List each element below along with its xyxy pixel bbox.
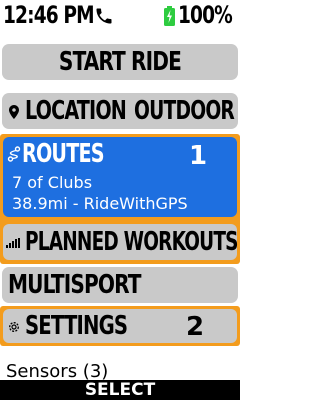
route-name: 7 of Clubs [12, 173, 93, 192]
route-details: 38.9mi - RideWithGPS [12, 194, 188, 213]
settings-badge: 2 [186, 312, 205, 342]
settings-item[interactable]: SETTINGS 2 [3, 309, 237, 343]
settings-label: SETTINGS [25, 311, 128, 341]
start-ride-button[interactable]: START RIDE [2, 44, 238, 80]
route-icon [7, 146, 21, 162]
phone-icon [96, 8, 112, 24]
location-value: OUTDOOR [133, 96, 235, 126]
planned-workouts-item[interactable]: PLANNED WORKOUTS [3, 224, 238, 260]
routes-label: ROUTES [22, 139, 105, 169]
battery-percent: 100% [178, 1, 233, 29]
gear-icon [9, 322, 19, 332]
routes-item[interactable]: ROUTES 1 7 of Clubs 38.9mi - RideWithGPS [3, 137, 237, 217]
location-label: LOCATION [25, 96, 127, 126]
location-row[interactable]: LOCATION OUTDOOR [2, 93, 238, 129]
multisport-item[interactable]: MULTISPORT [2, 267, 238, 303]
select-button[interactable]: SELECT [0, 380, 240, 400]
routes-badge: 1 [189, 141, 208, 171]
multisport-label: MULTISPORT [8, 270, 141, 300]
location-pin-icon [9, 105, 19, 119]
sensors-item[interactable]: Sensors (3) [6, 361, 108, 382]
clock-time: 12:46 PM [3, 1, 95, 29]
battery-icon [164, 6, 175, 26]
planned-workouts-label: PLANNED WORKOUTS [25, 227, 238, 257]
start-ride-label: START RIDE [58, 47, 182, 77]
bar-chart-icon [6, 238, 20, 248]
status-bar: 12:46 PM 100% [0, 0, 240, 34]
